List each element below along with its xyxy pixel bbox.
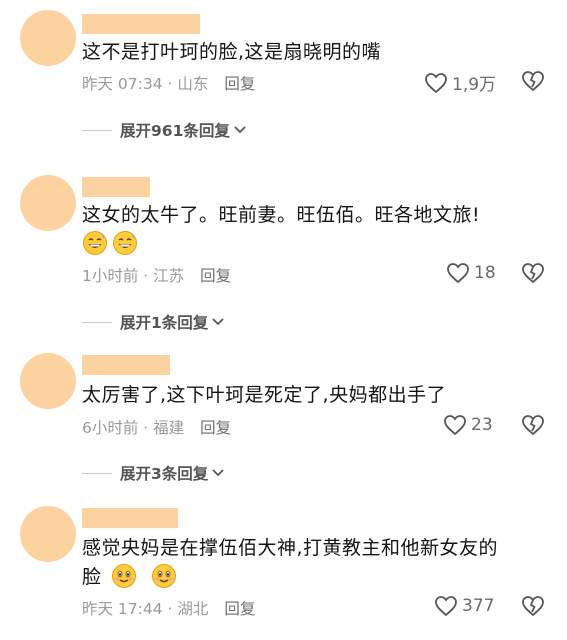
comment-meta: 6小时前 · 福建 回复 xyxy=(82,416,231,438)
smiling-emoji xyxy=(112,563,137,588)
avatar[interactable] xyxy=(20,506,76,562)
reply-button[interactable]: 回复 xyxy=(224,600,255,618)
like-count: 377 xyxy=(462,596,495,616)
avatar[interactable] xyxy=(20,10,76,66)
emoji-row xyxy=(82,230,142,256)
username-redacted[interactable] xyxy=(82,355,170,375)
comment-text: 太厉害了,这下叶珂是死定了,央妈都出手了 xyxy=(82,384,447,406)
broken-heart-icon[interactable] xyxy=(521,414,545,436)
like-count: 18 xyxy=(474,263,496,283)
grin-sweat-emoji xyxy=(113,231,137,255)
broken-heart-icon[interactable] xyxy=(521,595,545,617)
like-count: 1,9万 xyxy=(452,75,497,95)
expand-replies-label: 展开961条回复 xyxy=(120,122,230,140)
like-count: 23 xyxy=(471,415,493,435)
username-redacted[interactable] xyxy=(82,177,150,197)
expand-replies-label: 展开3条回复 xyxy=(120,465,209,483)
comment-text: 感觉央妈是在撑伍佰大神,打黄教主和他新女友的 xyxy=(82,537,499,559)
like-button[interactable]: 377 xyxy=(434,595,494,617)
broken-heart-icon[interactable] xyxy=(521,70,545,92)
expand-replies-button[interactable]: 展开3条回复 xyxy=(82,462,225,484)
grin-sweat-emoji xyxy=(83,231,107,255)
comment-time-location: 昨天 17:44 · 湖北 xyxy=(82,600,209,618)
reply-button[interactable]: 回复 xyxy=(200,267,231,285)
comment-time-location: 1小时前 · 江苏 xyxy=(82,267,185,285)
reply-button[interactable]: 回复 xyxy=(200,419,231,437)
like-button[interactable]: 18 xyxy=(446,262,496,284)
chevron-down-icon xyxy=(234,126,246,134)
chevron-down-icon xyxy=(212,318,224,326)
comment-meta: 昨天 17:44 · 湖北 回复 xyxy=(82,597,255,619)
expand-replies-button[interactable]: 展开961条回复 xyxy=(82,119,247,141)
comment-text: 这不是打叶珂的脸,这是扇晓明的嘴 xyxy=(82,41,382,63)
heart-icon xyxy=(435,596,457,617)
divider-line xyxy=(82,129,112,131)
expand-replies-button[interactable]: 展开1条回复 xyxy=(82,311,225,333)
comment-text-continuation: 脸 xyxy=(82,566,102,588)
comment-meta: 昨天 07:34 · 山东 回复 xyxy=(82,72,255,94)
comment-time-location: 昨天 07:34 · 山东 xyxy=(82,75,209,93)
like-button[interactable]: 1,9万 xyxy=(424,70,496,95)
comment-text-line2: 脸 xyxy=(82,562,181,589)
heart-icon xyxy=(444,415,466,436)
avatar[interactable] xyxy=(20,175,76,231)
heart-icon xyxy=(425,72,447,93)
heart-icon xyxy=(447,263,469,284)
smiling-emoji xyxy=(152,563,177,588)
divider-line xyxy=(82,321,112,323)
broken-heart-icon[interactable] xyxy=(521,262,545,284)
chevron-down-icon xyxy=(212,469,224,477)
like-button[interactable]: 23 xyxy=(443,414,493,436)
expand-replies-label: 展开1条回复 xyxy=(120,314,209,332)
comment-text: 这女的太牛了。旺前妻。旺伍佰。旺各地文旅! xyxy=(82,204,481,226)
comment-time-location: 6小时前 · 福建 xyxy=(82,419,185,437)
reply-button[interactable]: 回复 xyxy=(224,75,255,93)
avatar[interactable] xyxy=(20,353,76,409)
divider-line xyxy=(82,472,112,474)
username-redacted[interactable] xyxy=(82,14,200,34)
username-redacted[interactable] xyxy=(82,508,178,528)
comment-meta: 1小时前 · 江苏 回复 xyxy=(82,264,231,286)
